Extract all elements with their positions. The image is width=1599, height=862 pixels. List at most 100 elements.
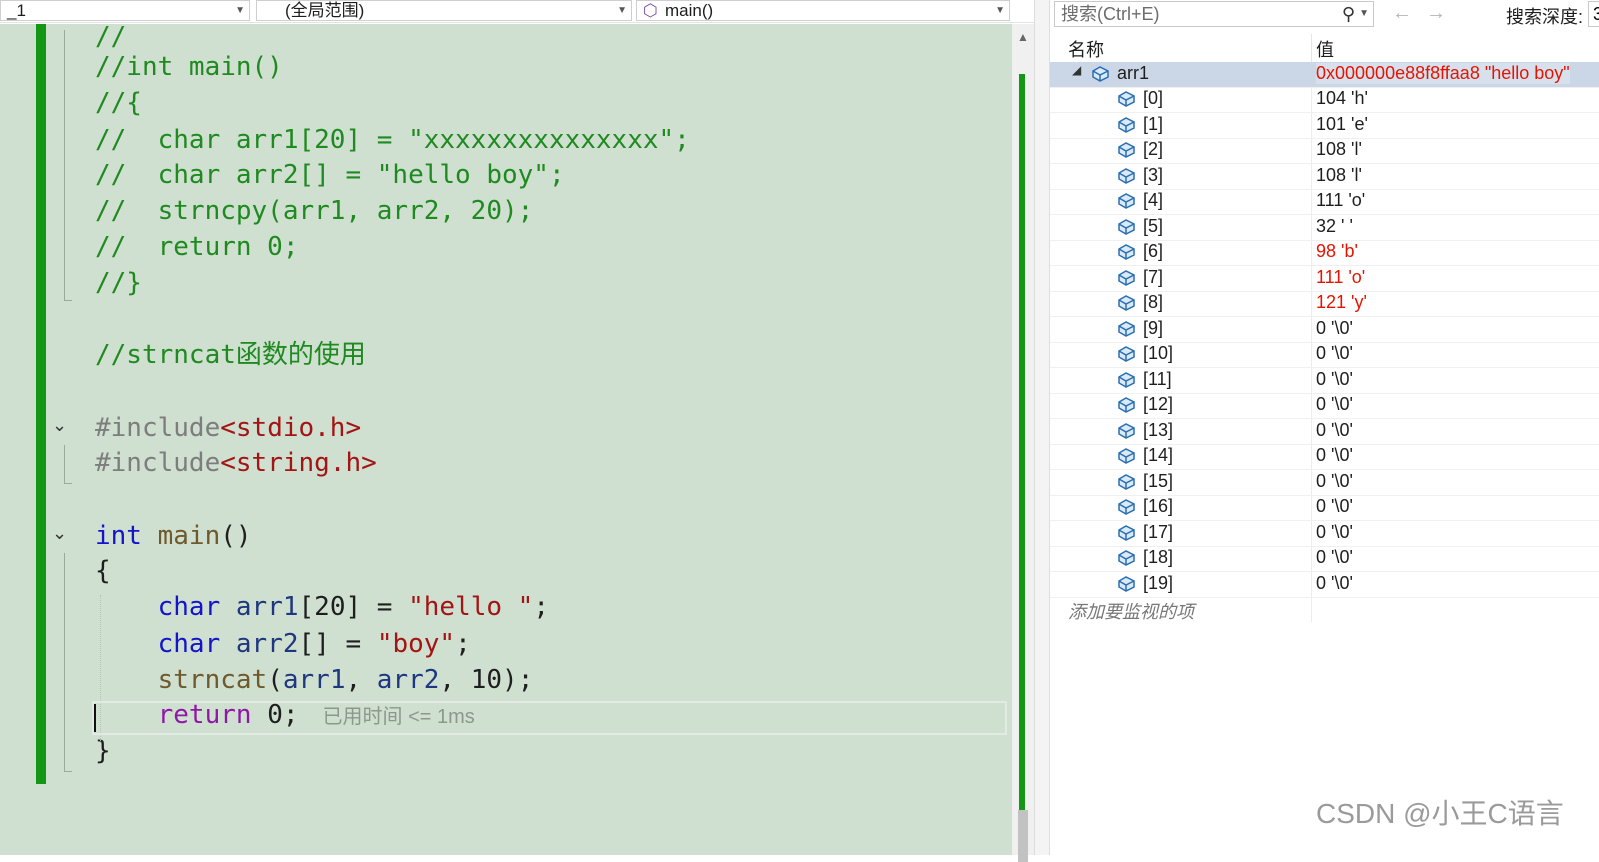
change-tracking-bar — [36, 24, 46, 784]
watch-name: [17] — [1143, 521, 1174, 542]
watch-name: [10] — [1143, 343, 1174, 363]
watch-value[interactable]: 0 '\0' — [1316, 445, 1353, 466]
code-line[interactable]: // char arr1[20] = "xxxxxxxxxxxxxxx"; — [95, 122, 690, 158]
watch-value[interactable]: 0 '\0' — [1316, 420, 1353, 441]
add-watch-item[interactable]: 添加要监视的项 — [1068, 598, 1194, 624]
watch-name: [11] — [1143, 368, 1172, 389]
watch-value[interactable]: 111 'o' — [1316, 190, 1365, 211]
code-line[interactable]: // return 0; — [95, 229, 299, 265]
watch-row[interactable]: [13] 0 '\0' — [1050, 419, 1599, 445]
watch-value[interactable]: 0 '\0' — [1316, 547, 1353, 568]
collapse-chevron-icon[interactable]: ⌄ — [52, 415, 72, 436]
search-back-arrow-icon[interactable]: ← — [1392, 2, 1412, 25]
watch-value[interactable]: 98 'b' — [1316, 241, 1358, 262]
watch-value[interactable]: 108 'l' — [1316, 139, 1362, 160]
watch-row[interactable]: [9] 0 '\0' — [1050, 317, 1599, 343]
code-token: // return 0; — [95, 232, 299, 262]
watch-row[interactable]: [11] 0 '\0' — [1050, 368, 1599, 394]
watch-row[interactable]: [2] 108 'l' — [1050, 138, 1599, 164]
collapse-triangle-icon[interactable]: ◢ — [1072, 63, 1081, 77]
watch-row[interactable]: [3] 108 'l' — [1050, 164, 1599, 190]
outline-guide-end — [64, 771, 72, 772]
watch-row[interactable]: [16] 0 '\0' — [1050, 495, 1599, 521]
search-forward-arrow-icon[interactable]: → — [1426, 2, 1446, 25]
editor-navigation-bar: _1 ▼ (全局范围) ▼ ⬡ main() ▼ — [0, 0, 1040, 23]
code-line[interactable]: #include<stdio.h> — [95, 410, 361, 446]
variable-cube-icon — [1115, 345, 1137, 363]
watch-row[interactable]: [0] 104 'h' — [1050, 87, 1599, 113]
search-depth-input[interactable]: 3 — [1588, 1, 1599, 27]
watch-value[interactable]: 0 '\0' — [1316, 318, 1353, 339]
watch-row[interactable]: [19] 0 '\0' — [1050, 572, 1599, 598]
variable-cube-icon — [1115, 371, 1137, 389]
watch-name: [12] — [1143, 394, 1174, 414]
watch-value[interactable]: 0 '\0' — [1316, 522, 1353, 543]
watch-value[interactable]: 108 'l' — [1316, 165, 1362, 186]
watch-name: [4] — [1143, 190, 1164, 210]
watch-value[interactable]: 0x000000e88f8ffaa8 "hello boy" — [1316, 63, 1570, 84]
pane-splitter[interactable] — [1034, 0, 1050, 855]
watch-value[interactable]: 32 ' ' — [1316, 216, 1353, 237]
code-line[interactable]: char arr2[] = "boy"; — [95, 626, 471, 662]
code-line[interactable]: } — [95, 733, 111, 769]
watch-row[interactable]: [12] 0 '\0' — [1050, 393, 1599, 419]
column-separator[interactable] — [1311, 34, 1312, 62]
code-line[interactable]: //} — [95, 265, 142, 301]
watch-row-root[interactable]: ◢ arr1 0x000000e88f8ffaa8 "hello boy" — [1050, 62, 1599, 88]
scrollbar-change-marker — [1019, 74, 1025, 859]
code-token: ; — [455, 629, 471, 659]
watch-row[interactable]: [6] 98 'b' — [1050, 240, 1599, 266]
watch-row[interactable]: [18] 0 '\0' — [1050, 546, 1599, 572]
watch-value[interactable]: 104 'h' — [1316, 88, 1368, 109]
editor-scrollbar[interactable]: ▲ — [1012, 24, 1034, 862]
code-token: arr2 — [376, 665, 440, 695]
code-line[interactable]: // char arr2[] = "hello boy"; — [95, 157, 565, 193]
watch-row[interactable]: [4] 111 'o' — [1050, 189, 1599, 215]
code-line[interactable]: { — [95, 553, 111, 589]
watch-row[interactable]: [5] 32 ' ' — [1050, 215, 1599, 241]
watch-search-box[interactable]: 搜索(Ctrl+E) ⚲ ▼ — [1054, 1, 1374, 27]
text-caret — [94, 704, 96, 732]
watch-row[interactable]: [7] 111 'o' — [1050, 266, 1599, 292]
watch-value[interactable]: 0 '\0' — [1316, 496, 1353, 517]
watch-value[interactable]: 0 '\0' — [1316, 471, 1353, 492]
watch-value[interactable]: 121 'y' — [1316, 292, 1367, 313]
value-column-header[interactable]: 值 — [1316, 36, 1334, 62]
code-line[interactable]: #include<string.h> — [95, 445, 377, 481]
chevron-down-icon[interactable]: ▼ — [1359, 2, 1369, 26]
watch-value[interactable]: 0 '\0' — [1316, 369, 1353, 390]
watch-value[interactable]: 101 'e' — [1316, 114, 1368, 135]
collapse-chevron-icon[interactable]: ⌄ — [52, 523, 72, 544]
function-dropdown[interactable]: ⬡ main() ▼ — [636, 0, 1010, 21]
code-line[interactable]: char arr1[20] = "hello "; — [95, 589, 549, 625]
watch-name: [7] — [1143, 266, 1164, 287]
project-dropdown[interactable]: _1 ▼ — [0, 0, 250, 21]
variable-cube-icon — [1115, 294, 1137, 312]
search-icon[interactable]: ⚲ — [1342, 2, 1355, 26]
code-line[interactable]: // strncpy(arr1, arr2, 20); — [95, 193, 533, 229]
watch-value[interactable]: 0 '\0' — [1316, 573, 1353, 594]
watch-row[interactable]: [17] 0 '\0' — [1050, 521, 1599, 547]
code-token: char — [157, 629, 221, 659]
scrollbar-thumb[interactable] — [1018, 810, 1028, 862]
watch-row[interactable]: [8] 121 'y' — [1050, 291, 1599, 317]
watch-row[interactable]: [14] 0 '\0' — [1050, 444, 1599, 470]
code-token: // strncpy(arr1, arr2, 20); — [95, 196, 534, 226]
watch-row[interactable]: [1] 101 'e' — [1050, 113, 1599, 139]
scope-dropdown[interactable]: (全局范围) ▼ — [256, 0, 632, 21]
name-column-header[interactable]: 名称 — [1068, 36, 1104, 62]
watch-value[interactable]: 0 '\0' — [1316, 394, 1353, 415]
code-line[interactable]: //int main() — [95, 49, 283, 85]
watch-name: [19] — [1143, 572, 1174, 593]
watch-row[interactable]: [10] 0 '\0' — [1050, 342, 1599, 368]
code-line[interactable]: //strncat函数的使用 — [95, 337, 366, 373]
code-line[interactable]: //{ — [95, 85, 142, 121]
chevron-down-icon: ▼ — [995, 5, 1005, 16]
watch-value[interactable]: 111 'o' — [1316, 267, 1365, 288]
code-line[interactable]: strncat(arr1, arr2, 10); — [95, 662, 534, 698]
scroll-up-icon[interactable]: ▲ — [1017, 30, 1029, 44]
variable-cube-icon — [1115, 396, 1137, 414]
code-line[interactable]: int main() — [95, 518, 252, 554]
watch-value[interactable]: 0 '\0' — [1316, 343, 1353, 364]
watch-row[interactable]: [15] 0 '\0' — [1050, 470, 1599, 496]
